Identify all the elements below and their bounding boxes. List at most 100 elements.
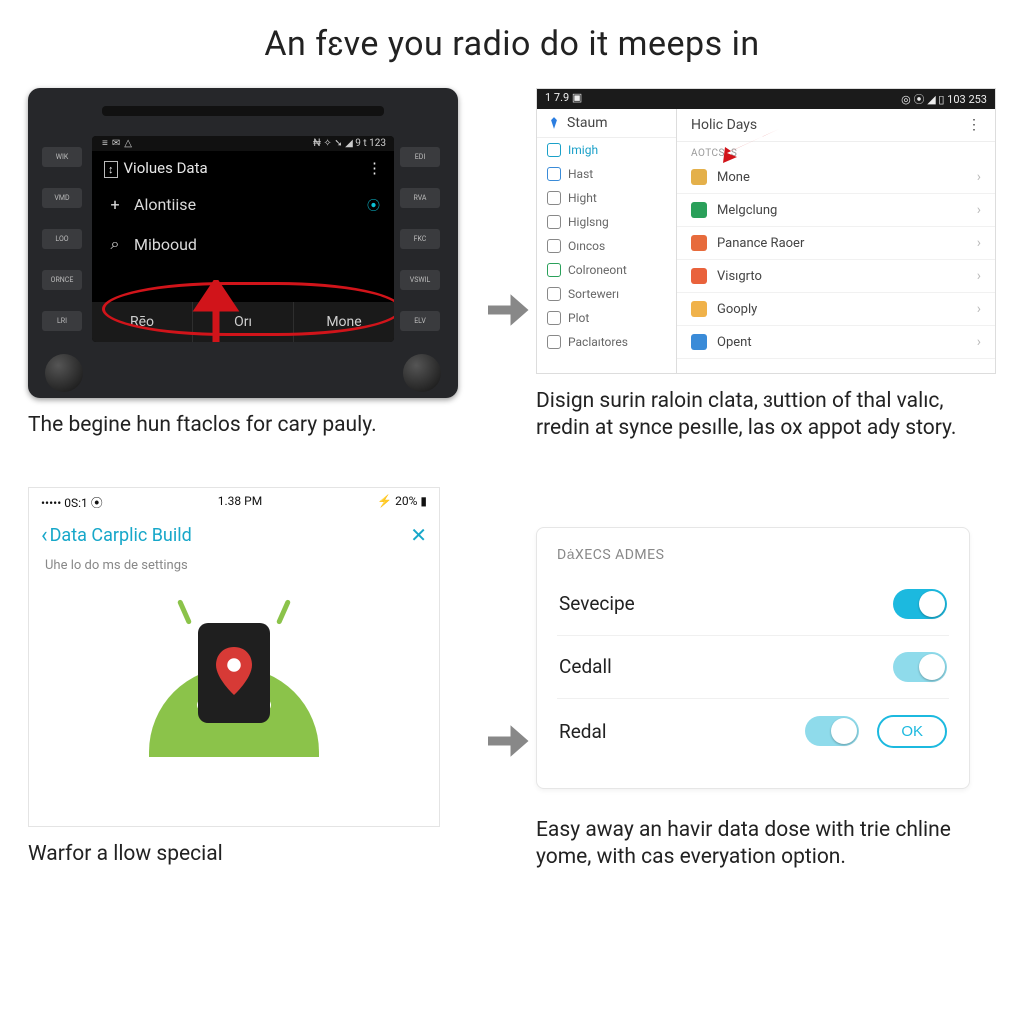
toggle-switch[interactable] — [893, 652, 947, 682]
toggle-row: Cedall — [557, 636, 949, 699]
main-title: Holic Days — [691, 117, 757, 133]
row-icon — [691, 268, 707, 284]
row-label: Gooply — [717, 302, 757, 317]
list-item[interactable]: + Alontiise ⦿ — [92, 185, 394, 224]
left-hardware-buttons: WIK VMD LOO ORNCE LRI — [42, 136, 86, 342]
disc-slot — [102, 106, 384, 116]
panel2-caption: Disign surin raloin clata, ɜuttion of th… — [536, 388, 996, 443]
row-label: Visıgrto — [717, 269, 762, 284]
screen-title: Violues Data — [124, 159, 208, 177]
tab-mone[interactable]: Mone — [294, 302, 394, 342]
hw-btn[interactable]: FKC — [400, 229, 440, 249]
row-icon — [691, 169, 707, 185]
sidebar-item[interactable]: Imigh — [537, 138, 676, 162]
hw-btn[interactable]: EDI — [400, 147, 440, 167]
step-arrow — [476, 487, 536, 906]
hw-btn[interactable]: VMD — [42, 188, 82, 208]
panel4-caption: Easy away an havir data dose with trie c… — [536, 817, 996, 872]
sidebar-item-label: Sortewerı — [568, 287, 619, 301]
toggle-switch[interactable] — [805, 716, 859, 746]
chevron-left-icon: ‹ — [41, 523, 48, 548]
row-label: Panance Raoer — [717, 236, 804, 251]
toggle-row: Sevecipe — [557, 573, 949, 636]
sidebar-item-icon — [547, 143, 561, 157]
sidebar-item[interactable]: Plot — [537, 306, 676, 330]
row-label: Opent — [717, 335, 752, 350]
chevron-right-icon: › — [977, 169, 981, 185]
toggle-switch[interactable] — [893, 589, 947, 619]
settings-row[interactable]: Panance Raoer › — [677, 227, 995, 260]
settings-row[interactable]: Mone › — [677, 161, 995, 194]
overflow-icon[interactable]: ⋮ — [967, 117, 981, 133]
hw-btn[interactable]: LOO — [42, 229, 82, 249]
row-label: Mone — [717, 170, 750, 185]
sidebar-item-icon — [547, 335, 561, 349]
tab-ori[interactable]: Orı — [193, 302, 294, 342]
sidebar-item-icon — [547, 239, 561, 253]
toggle-label: Cedall — [559, 655, 612, 678]
sidebar-item-label: Hast — [568, 167, 593, 181]
settings-row[interactable]: Visıgrto› — [677, 260, 995, 293]
volume-knob-left[interactable] — [45, 354, 83, 392]
chevron-right-icon: › — [977, 301, 981, 317]
sidebar-item-label: Colroneont — [568, 263, 627, 277]
sidebar-item[interactable]: Higlsng — [537, 210, 676, 234]
sidebar-item-label: Higlsng — [568, 215, 609, 229]
sidebar-item[interactable]: Hast — [537, 162, 676, 186]
sidebar-header[interactable]: Staum — [537, 109, 676, 138]
sidebar-item-icon — [547, 263, 561, 277]
tune-knob-right[interactable] — [403, 354, 441, 392]
sidebar-item-label: Hight — [568, 191, 597, 205]
plus-icon: + — [106, 195, 124, 214]
hw-btn[interactable]: WIK — [42, 147, 82, 167]
ios-screen: ••••• 0S:1 ⦿ 1.38 PM ⚡ 20% ▮ ‹Data Carpl… — [28, 487, 440, 827]
back-button[interactable]: ‹Data Carplic Build — [41, 523, 192, 548]
car-radio-unit: WIK VMD LOO ORNCE LRI ≡✉△ ₦ ✧ ➘ ◢ 9 t 12… — [28, 88, 458, 398]
list-item-label: Alontiise — [134, 195, 196, 214]
hw-btn[interactable]: RVA — [400, 188, 440, 208]
hw-btn[interactable]: ORNCE — [42, 270, 82, 290]
tab-reo[interactable]: Rēo — [92, 302, 193, 342]
chevron-right-icon: › — [977, 235, 981, 251]
sidebar-item[interactable]: Colroneont — [537, 258, 676, 282]
row-label: Melgclung — [717, 203, 777, 218]
menu-icon: ≡ — [102, 138, 108, 149]
toggle-row: Redal OK — [557, 699, 949, 764]
sidebar-item[interactable]: Hight — [537, 186, 676, 210]
radio-touchscreen[interactable]: ≡✉△ ₦ ✧ ➘ ◢ 9 t 123 ↕Violues Data ⋮ + Al… — [92, 136, 394, 342]
list-item-label: Mibooud — [134, 235, 197, 254]
sidebar-item-icon — [547, 167, 561, 181]
hw-btn[interactable]: VSWIL — [400, 270, 440, 290]
settings-sidebar: Staum Imigh Hast Hight Higlsng Oıncos Colrone… — [537, 109, 677, 373]
settings-row[interactable]: Melgclung › — [677, 194, 995, 227]
ok-button[interactable]: OK — [877, 715, 947, 748]
chevron-right-icon: › — [977, 202, 981, 218]
device-card-icon — [198, 623, 270, 723]
sidebar-item-icon — [547, 287, 561, 301]
right-hardware-buttons: EDI RVA FKC VSWIL ELV — [400, 136, 444, 342]
step-arrow — [476, 88, 536, 443]
carrier: ••••• 0S:1 ⦿ — [41, 494, 103, 511]
row-icon — [691, 301, 707, 317]
clock: 1.38 PM — [218, 494, 262, 511]
hw-btn[interactable]: ELV — [400, 311, 440, 331]
panel3-caption: Warfor a llow special — [28, 841, 476, 868]
card-header: DȧXECS ADMES — [557, 546, 949, 563]
sidebar-item-icon — [547, 215, 561, 229]
warning-icon: △ — [124, 138, 132, 149]
section-header: AOTCSLS — [677, 142, 995, 161]
list-item[interactable]: ⌕ Mibooud — [92, 224, 394, 264]
android-status-bar: ≡✉△ ₦ ✧ ➘ ◢ 9 t 123 — [92, 136, 394, 151]
settings-row[interactable]: Opent› — [677, 326, 995, 359]
mail-icon: ✉ — [112, 138, 120, 149]
settings-main: Holic Days ⋮ AOTCSLS Mone›Melgclung›Pana… — [677, 109, 995, 373]
hw-btn[interactable]: LRI — [42, 311, 82, 331]
sidebar-item[interactable]: Sortewerı — [537, 282, 676, 306]
ios-status-bar: ••••• 0S:1 ⦿ 1.38 PM ⚡ 20% ▮ — [29, 488, 439, 517]
close-button[interactable]: ✕ — [410, 523, 427, 547]
settings-row[interactable]: Gooply › — [677, 293, 995, 326]
sidebar-item[interactable]: Paclaıtores — [537, 330, 676, 354]
overflow-icon[interactable]: ⋮ — [367, 159, 382, 177]
sidebar-item[interactable]: Oıncos — [537, 234, 676, 258]
sidebar-item-icon — [547, 191, 561, 205]
